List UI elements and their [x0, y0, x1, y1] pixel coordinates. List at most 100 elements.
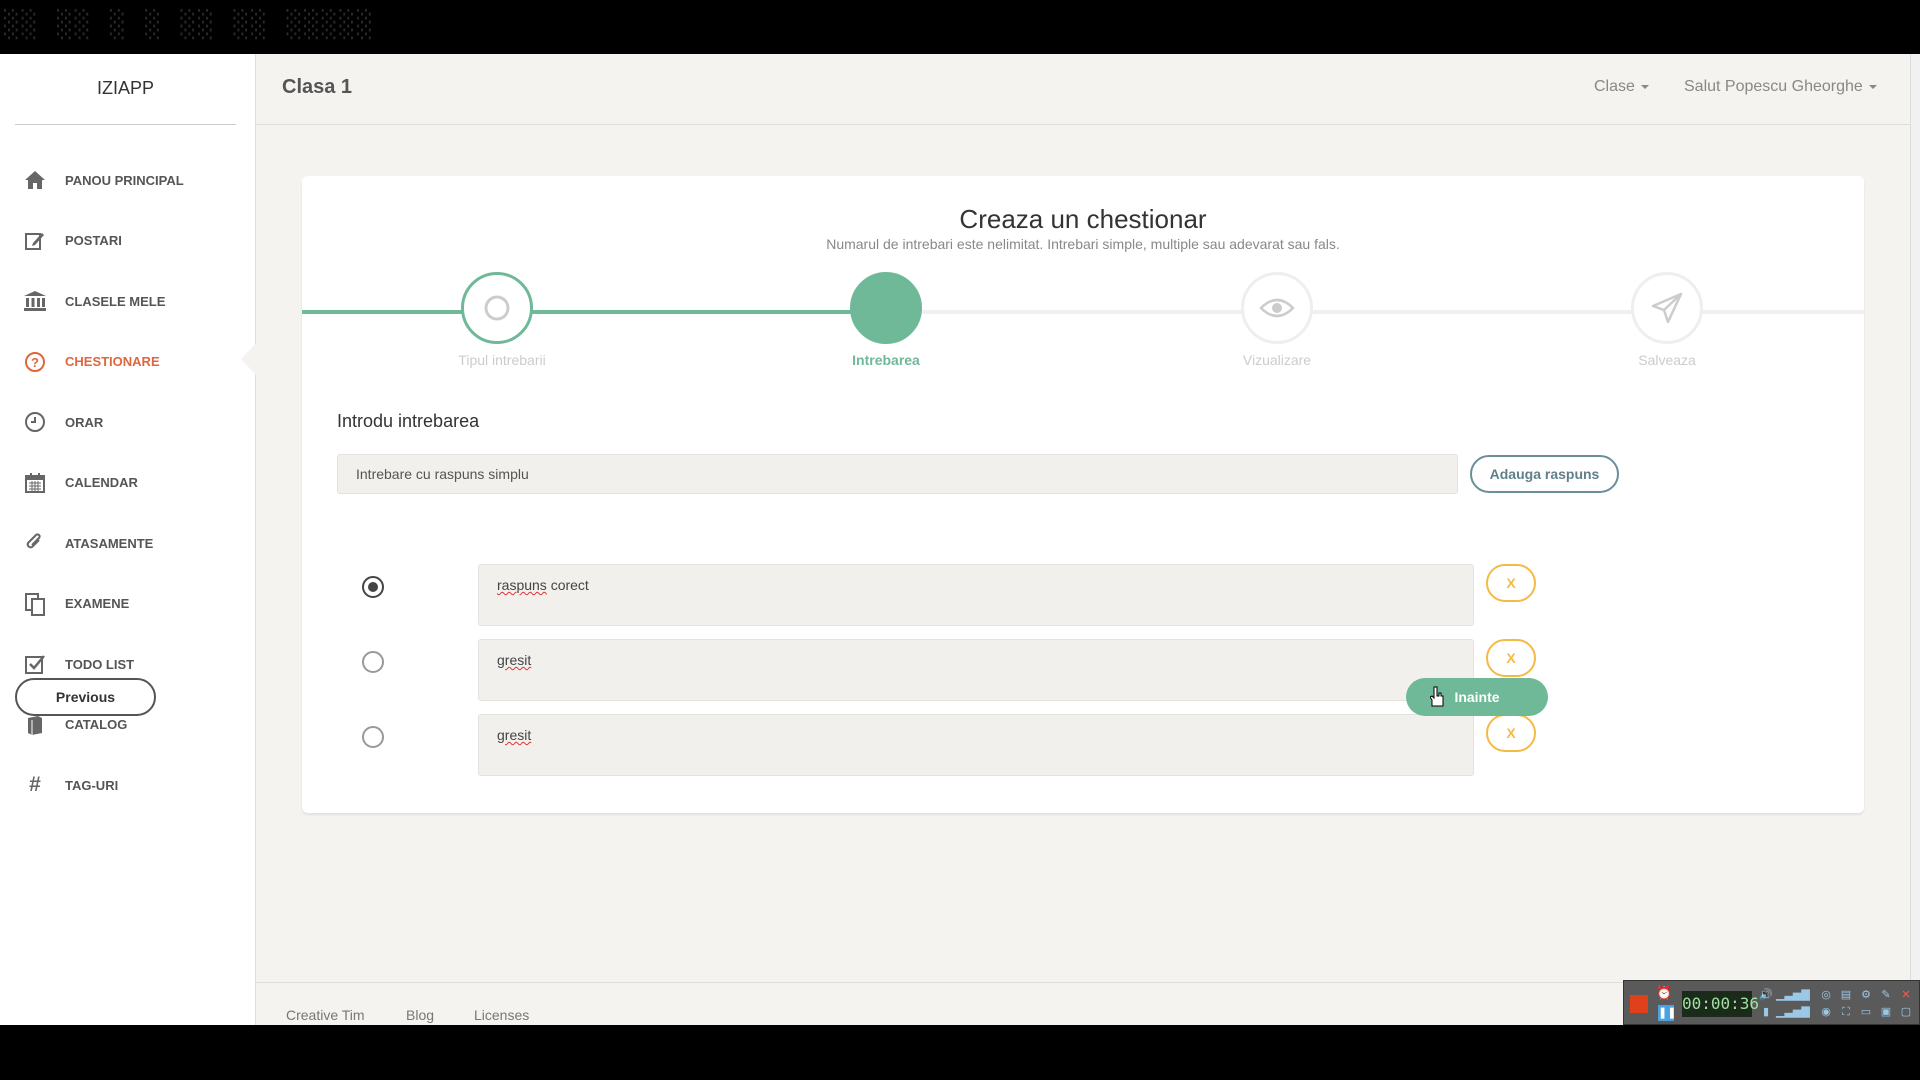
step-circle	[850, 272, 922, 344]
remove-answer-button[interactable]: X	[1486, 714, 1536, 752]
previous-button[interactable]: Previous	[15, 678, 156, 716]
wizard-title: Creaza un chestionar	[959, 204, 1207, 234]
screen-bottom-bar	[0, 1025, 1920, 1080]
cam-icon[interactable]: ◉	[1816, 1004, 1836, 1021]
screen-recorder-widget: ⏰ ❚❚ 00:00:36 🔊 ▁▃▅▇ ◎ ▤ ⚙ ✎ ✕ ▮ ▁▃▅▇ ◉ ⛶ ▭ ▣ ▢	[1623, 980, 1920, 1025]
circle-icon	[484, 295, 510, 321]
sidebar-item-orar[interactable]: ORAR	[0, 392, 256, 453]
recording-timer: 00:00:36	[1682, 991, 1759, 1017]
next-button[interactable]: Inainte	[1406, 678, 1548, 716]
classes-dropdown-label: Clase	[1594, 78, 1635, 95]
sidebar-item-chestionare[interactable]: ? CHESTIONARE	[0, 332, 256, 393]
sidebar-item-label: CLASELE MELE	[65, 293, 166, 309]
svg-text:?: ?	[31, 355, 39, 370]
stop-record-icon[interactable]	[1630, 995, 1648, 1013]
edit-icon	[22, 228, 48, 254]
step-label: Vizualizare	[1242, 352, 1312, 368]
remove-answer-button[interactable]: X	[1486, 639, 1536, 677]
mic-volume-bars-icon: ▁▃▅▇	[1776, 1006, 1810, 1018]
sidebar-item-label: POSTARI	[65, 233, 122, 249]
pen-icon[interactable]: ✎	[1876, 987, 1896, 1004]
sidebar-item-label: CATALOG	[65, 717, 128, 733]
sidebar-item-label: EXAMENE	[65, 596, 130, 612]
answer-row: gresit X	[302, 639, 1864, 701]
eye-icon	[1259, 298, 1295, 318]
footer-link-creative-tim[interactable]: Creative Tim	[286, 1007, 365, 1023]
user-dropdown[interactable]: Salut Popescu Gheorghe	[1684, 78, 1877, 96]
alarm-icon[interactable]: ⏰	[1656, 985, 1676, 1001]
sidebar-item-atasamente[interactable]: ATASAMENTE	[0, 513, 256, 574]
screen-icon[interactable]: ▢	[1896, 1004, 1916, 1021]
caret-down-icon	[1640, 84, 1649, 89]
answer-text-field[interactable]: gresit	[478, 639, 1474, 701]
remove-answer-button[interactable]: X	[1486, 564, 1536, 602]
mic-icon[interactable]: ▮	[1756, 1004, 1776, 1021]
globe-icon[interactable]: ◎	[1816, 987, 1836, 1004]
sidebar-item-postari[interactable]: POSTARI	[0, 211, 256, 272]
bank-icon	[22, 288, 48, 314]
calendar-icon	[22, 470, 48, 496]
wizard-step-salveaza[interactable]: Salveaza	[1567, 272, 1767, 370]
sidebar-item-calendar[interactable]: CALENDAR	[0, 453, 256, 514]
active-nav-arrow	[241, 343, 256, 375]
app-logo[interactable]: IZIAPP	[15, 54, 236, 125]
window-title: ░░ ░░ ░ ░ ░░ ░░ ░░░░░	[4, 10, 375, 40]
hand-cursor-icon	[1430, 686, 1444, 707]
pause-icon[interactable]: ❚❚	[1658, 1005, 1676, 1021]
folder-icon[interactable]: ▤	[1836, 987, 1856, 1004]
sidebar-item-panou-principal[interactable]: PANOU PRINCIPAL	[0, 150, 256, 211]
gear-icon[interactable]: ⚙	[1856, 987, 1876, 1004]
speaker-icon[interactable]: 🔊	[1756, 987, 1776, 1004]
sidebar-item-label: PANOU PRINCIPAL	[65, 172, 184, 188]
answer-text-word: raspuns	[497, 577, 547, 593]
step-circle	[1241, 272, 1313, 344]
clock-icon	[22, 409, 48, 435]
monitor-icon[interactable]: ▣	[1876, 1004, 1896, 1021]
answer-radio[interactable]	[362, 726, 384, 748]
send-icon	[1651, 292, 1683, 324]
answer-radio-selected[interactable]	[362, 576, 384, 598]
page-scrollbar[interactable]	[1910, 54, 1920, 1025]
close-icon[interactable]: ✕	[1896, 987, 1916, 1004]
sidebar-item-clasele-mele[interactable]: CLASELE MELE	[0, 271, 256, 332]
answer-text-field[interactable]: raspuns corect	[478, 564, 1474, 626]
sidebar-item-label: CHESTIONARE	[65, 354, 160, 370]
add-answer-button[interactable]: Adauga raspuns	[1470, 455, 1619, 493]
sidebar-item-label: ATASAMENTE	[65, 535, 154, 551]
answer-text-field[interactable]: gresit	[478, 714, 1474, 776]
sidebar-item-label: TODO LIST	[65, 656, 135, 672]
step-circle	[461, 272, 533, 344]
files-icon	[22, 591, 48, 617]
quiz-wizard-card: Creaza un chestionar Numarul de intrebar…	[302, 176, 1864, 813]
classes-dropdown[interactable]: Clase	[1594, 78, 1649, 96]
step-label: Intrebarea	[852, 352, 920, 368]
sidebar-item-label: TAG-URI	[65, 777, 119, 793]
step-label: Salveaza	[1638, 352, 1696, 368]
caret-down-icon	[1868, 84, 1877, 89]
user-dropdown-label: Salut Popescu Gheorghe	[1684, 78, 1863, 95]
sidebar-item-examene[interactable]: EXAMENE	[0, 574, 256, 635]
top-navbar: Clasa 1 Clase Salut Popescu Gheorghe	[256, 54, 1910, 125]
sidebar-item-label: CALENDAR	[65, 475, 138, 491]
sidebar-item-label: ORAR	[65, 414, 104, 430]
sidebar-item-tag-uri[interactable]: # TAG-URI	[0, 755, 256, 816]
screen-top-bar: ░░ ░░ ░ ░ ░░ ░░ ░░░░░	[0, 0, 1920, 54]
footer-link-licenses[interactable]: Licenses	[474, 1007, 529, 1023]
checkbox-icon	[22, 651, 48, 677]
step-label: Tipul intrebarii	[458, 352, 546, 368]
question-section-label: Introdu intrebarea	[337, 411, 480, 431]
question-input[interactable]	[337, 454, 1458, 494]
wizard-step-intrebarea[interactable]: Intrebarea	[786, 272, 986, 370]
footer-link-blog[interactable]: Blog	[406, 1007, 434, 1023]
page-title: Clasa 1	[282, 76, 353, 98]
wizard-step-vizualizare[interactable]: Vizualizare	[1177, 272, 1377, 370]
volume-bars-icon: ▁▃▅▇	[1776, 989, 1810, 1001]
wizard-step-tip[interactable]: Tipul intrebarii	[397, 272, 597, 370]
paperclip-icon	[22, 530, 48, 556]
question-icon: ?	[22, 349, 48, 375]
fullscreen-icon[interactable]: ⛶	[1836, 1004, 1856, 1021]
window-icon[interactable]: ▭	[1856, 1004, 1876, 1021]
wizard-subtitle: Numarul de intrebari este nelimitat. Int…	[826, 236, 1340, 252]
answer-row: gresit X	[302, 714, 1864, 776]
answer-radio[interactable]	[362, 651, 384, 673]
